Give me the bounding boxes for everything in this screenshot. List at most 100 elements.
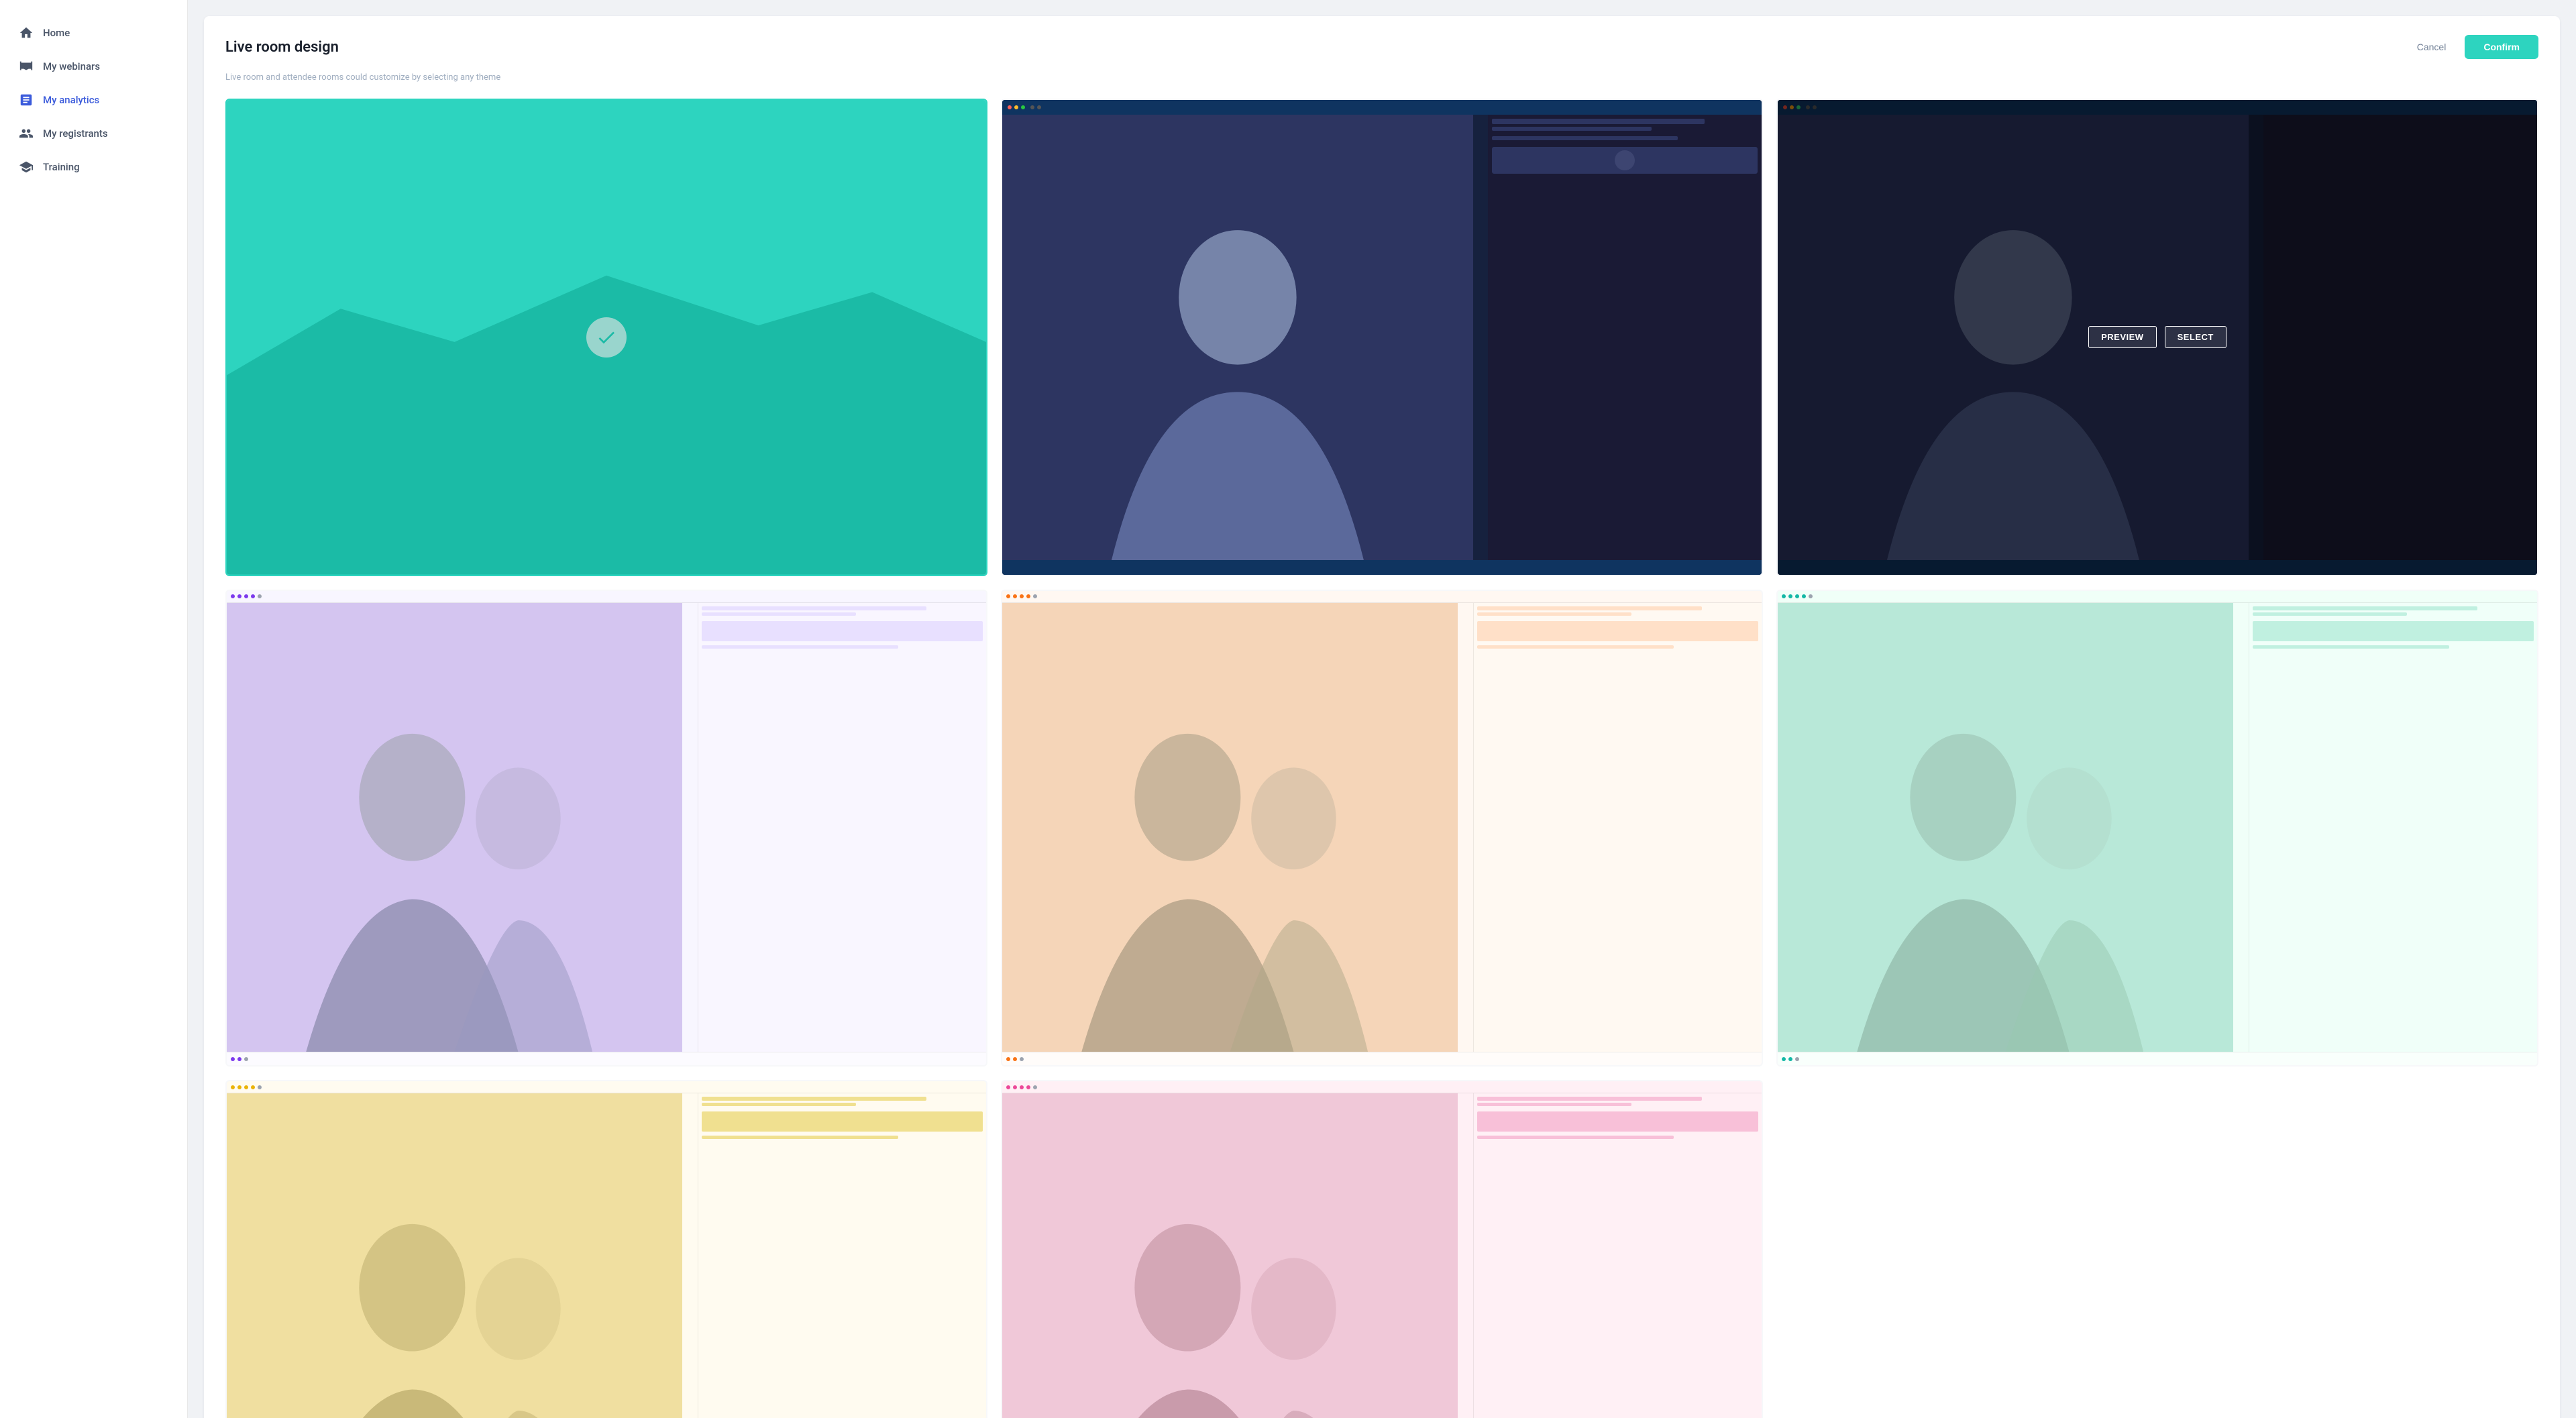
fake-screenshot-orange bbox=[1002, 591, 1762, 1066]
fake-screenshot-pink bbox=[1002, 1081, 1762, 1418]
dp2 bbox=[237, 594, 241, 598]
dpi3 bbox=[1020, 1085, 1024, 1089]
sidebar: Home My webinars My analytics My registr… bbox=[0, 0, 188, 1418]
theme-card-pink[interactable] bbox=[1001, 1080, 1763, 1418]
theme-preview-orange bbox=[1002, 591, 1762, 1066]
sidebar-item-registrants[interactable]: My registrants bbox=[0, 117, 187, 150]
fake-screenshot-purple bbox=[227, 591, 986, 1066]
fake-screenshot-yellow bbox=[227, 1081, 986, 1418]
cancel-button[interactable]: Cancel bbox=[2409, 36, 2455, 58]
dot-gray1 bbox=[1030, 105, 1034, 109]
theme-card-purple[interactable] bbox=[225, 590, 987, 1067]
sidebar-item-analytics[interactable]: My analytics bbox=[0, 83, 187, 117]
do1 bbox=[1006, 594, 1010, 598]
b-do2 bbox=[1013, 1057, 1017, 1061]
sidebar-label-analytics: My analytics bbox=[43, 94, 99, 106]
dots-yellow bbox=[231, 1085, 262, 1089]
themes-grid: PREVIEW SELECT bbox=[225, 99, 2538, 1418]
dpi1 bbox=[1006, 1085, 1010, 1089]
main-content: Live room design Cancel Confirm Live roo… bbox=[188, 0, 2576, 1418]
theme-preview-dark2: PREVIEW SELECT bbox=[1778, 100, 2537, 575]
sidebar-label-webinars: My webinars bbox=[43, 60, 100, 72]
green-bg-silhouette bbox=[227, 242, 986, 574]
preview-button[interactable]: PREVIEW bbox=[2088, 326, 2156, 348]
dots-orange bbox=[1006, 594, 1037, 598]
dot-red bbox=[1008, 105, 1012, 109]
theme-preview-dark1 bbox=[1002, 100, 1762, 575]
dy1 bbox=[231, 1085, 235, 1089]
dpi2 bbox=[1013, 1085, 1017, 1089]
fake-sidebar-purple bbox=[698, 603, 986, 1052]
theme-card-green-selected[interactable] bbox=[225, 99, 987, 576]
dark-screenshot bbox=[1002, 100, 1762, 575]
dot-yellow bbox=[1014, 105, 1018, 109]
dpi5 bbox=[1033, 1085, 1037, 1089]
dp4 bbox=[251, 594, 255, 598]
do5 bbox=[1033, 594, 1037, 598]
dot-gray2 bbox=[1037, 105, 1041, 109]
do2 bbox=[1013, 594, 1017, 598]
theme-preview-yellow bbox=[227, 1081, 986, 1418]
dots-teal bbox=[1782, 594, 1813, 598]
dp5 bbox=[258, 594, 262, 598]
dt3 bbox=[1795, 594, 1799, 598]
dt4 bbox=[1802, 594, 1806, 598]
theme-preview-pink bbox=[1002, 1081, 1762, 1418]
select-button[interactable]: SELECT bbox=[2165, 326, 2226, 348]
analytics-icon bbox=[19, 93, 34, 107]
fake-topbar-pink bbox=[1002, 1081, 1762, 1093]
fake-screenshot-teal bbox=[1778, 591, 2537, 1066]
b-dt3 bbox=[1795, 1057, 1799, 1061]
fake-bottombar-orange bbox=[1002, 1052, 1762, 1065]
fake-topbar-teal bbox=[1778, 591, 2537, 603]
webinars-icon bbox=[19, 59, 34, 74]
dy3 bbox=[244, 1085, 248, 1089]
theme-hover-overlay: PREVIEW SELECT bbox=[1778, 100, 2537, 575]
fake-sidebar-teal bbox=[2249, 603, 2537, 1052]
dy4 bbox=[251, 1085, 255, 1089]
theme-card-orange[interactable] bbox=[1001, 590, 1763, 1067]
dp3 bbox=[244, 594, 248, 598]
dt1 bbox=[1782, 594, 1786, 598]
fake-sidebar-yellow bbox=[698, 1093, 986, 1418]
home-icon bbox=[19, 25, 34, 40]
theme-card-yellow[interactable] bbox=[225, 1080, 987, 1418]
do4 bbox=[1026, 594, 1030, 598]
dot-green bbox=[1021, 105, 1025, 109]
content-card: Live room design Cancel Confirm Live roo… bbox=[204, 16, 2560, 1418]
header-actions: Cancel Confirm bbox=[2409, 35, 2538, 59]
b-dt2 bbox=[1788, 1057, 1792, 1061]
fake-video-purple bbox=[227, 603, 682, 1052]
fake-video-orange bbox=[1002, 603, 1458, 1052]
theme-card-dark1[interactable] bbox=[1001, 99, 1763, 576]
sidebar-item-webinars[interactable]: My webinars bbox=[0, 50, 187, 83]
theme-preview-green bbox=[227, 100, 986, 575]
dark-bottombar bbox=[1002, 560, 1762, 575]
sidebar-label-registrants: My registrants bbox=[43, 127, 108, 140]
theme-preview-teal bbox=[1778, 591, 2537, 1066]
person-svg-orange bbox=[1002, 670, 1458, 1052]
sidebar-item-home[interactable]: Home bbox=[0, 16, 187, 50]
b-do1 bbox=[1006, 1057, 1010, 1061]
fake-sidebar-pink bbox=[1473, 1093, 1762, 1418]
confirm-button[interactable]: Confirm bbox=[2465, 35, 2538, 59]
fake-bottombar-purple bbox=[227, 1052, 986, 1065]
dy5 bbox=[258, 1085, 262, 1089]
b-dp3 bbox=[244, 1057, 248, 1061]
dark-sidebar bbox=[1488, 115, 1762, 560]
page-subtitle: Live room and attendee rooms could custo… bbox=[225, 72, 2538, 83]
person-svg-yellow bbox=[227, 1160, 682, 1418]
fake-video-teal bbox=[1778, 603, 2233, 1052]
sidebar-item-training[interactable]: Training bbox=[0, 150, 187, 184]
person-svg-pink bbox=[1002, 1160, 1458, 1418]
theme-card-dark2[interactable]: PREVIEW SELECT bbox=[1776, 99, 2538, 576]
fake-bottombar-teal bbox=[1778, 1052, 2537, 1065]
dark-video-area bbox=[1002, 115, 1473, 560]
b-do3 bbox=[1020, 1057, 1024, 1061]
page-header: Live room design Cancel Confirm bbox=[225, 35, 2538, 59]
theme-card-teal[interactable] bbox=[1776, 590, 2538, 1067]
do3 bbox=[1020, 594, 1024, 598]
fake-video-pink bbox=[1002, 1093, 1458, 1418]
fake-topbar-purple bbox=[227, 591, 986, 603]
sidebar-label-home: Home bbox=[43, 27, 70, 39]
